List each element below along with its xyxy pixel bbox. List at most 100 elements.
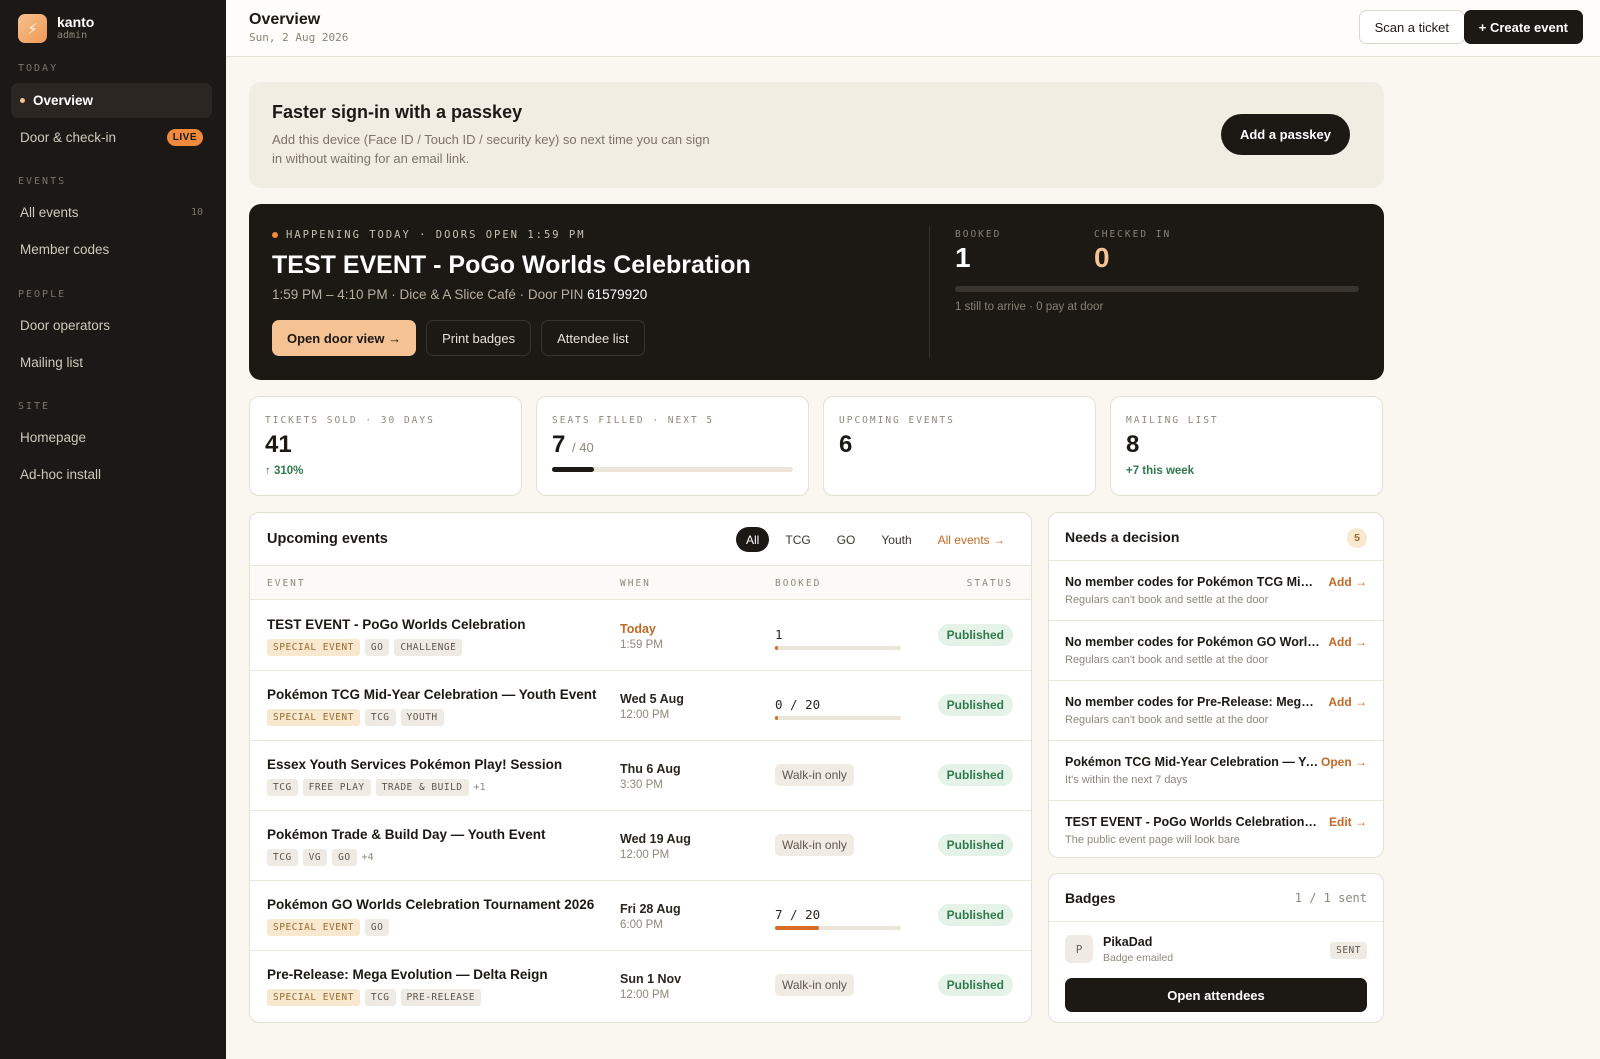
page-date: Sun, 2 Aug 2026 xyxy=(249,31,349,44)
kpi-label: MAILING LIST xyxy=(1126,415,1219,426)
badge-row[interactable]: P PikaDad Badge emailed SENT xyxy=(1049,921,1383,973)
open-attendees-button[interactable]: Open attendees xyxy=(1065,978,1367,1012)
kpi-label: TICKETS SOLD · 30 DAYS xyxy=(265,415,435,426)
column-header: WHEN xyxy=(620,578,651,589)
all-events-link[interactable]: All events → xyxy=(928,527,1015,552)
create-event-button[interactable]: + Create event xyxy=(1463,10,1583,44)
event-tag: VG xyxy=(302,849,328,866)
nav-section-site: SITE xyxy=(18,401,51,412)
door-pin: 61579920 xyxy=(587,287,648,302)
decision-item[interactable]: TEST EVENT - PoGo Worlds Celebration has… xyxy=(1049,800,1383,860)
event-tag: TCG xyxy=(267,849,298,866)
decision-title: No member codes for Pokémon GO Worlds Ce… xyxy=(1065,635,1320,649)
decision-title: No member codes for Pre-Release: Mega Ev… xyxy=(1065,695,1320,709)
event-time: 1:59 PM xyxy=(620,639,663,651)
sidebar-item-homepage[interactable]: Homepage xyxy=(11,420,212,455)
walk-in-badge: Walk-in only xyxy=(775,764,854,786)
booked-progress xyxy=(775,646,901,650)
kpi-tickets-sold: TICKETS SOLD · 30 DAYS 41 ↑ 310% xyxy=(249,396,522,496)
event-day: Today xyxy=(620,622,656,636)
nav-section-events: EVENTS xyxy=(18,176,67,187)
kpi-value: 6 xyxy=(839,431,853,458)
filter-tcg[interactable]: TCG xyxy=(775,527,820,552)
active-dot-icon xyxy=(20,98,25,103)
decision-action-link[interactable]: Open → xyxy=(1321,755,1367,769)
event-name: TEST EVENT - PoGo Worlds Celebration xyxy=(267,617,526,632)
page-title: Overview xyxy=(249,11,321,28)
walk-in-badge: Walk-in only xyxy=(775,834,854,856)
status-badge: Published xyxy=(937,834,1013,856)
scan-ticket-button[interactable]: Scan a ticket xyxy=(1358,10,1465,44)
decision-action-link[interactable]: Add → xyxy=(1328,695,1367,709)
event-day: Wed 5 Aug xyxy=(620,692,684,706)
decision-item[interactable]: No member codes for Pokémon GO Worlds Ce… xyxy=(1049,620,1383,680)
sidebar-item-all-events[interactable]: All events 10 xyxy=(11,195,212,230)
table-row[interactable]: Pokémon TCG Mid-Year Celebration — Youth… xyxy=(250,671,1031,741)
event-tag: SPECIAL EVENT xyxy=(267,919,360,936)
decision-title: TEST EVENT - PoGo Worlds Celebration has… xyxy=(1065,815,1320,829)
booked-label: BOOKED xyxy=(955,229,1002,240)
table-row[interactable]: Pre-Release: Mega Evolution — Delta Reig… xyxy=(250,951,1031,1021)
kpi-value: 41 xyxy=(265,431,292,458)
event-tag: FREE PLAY xyxy=(302,779,371,796)
table-row[interactable]: Pokémon GO Worlds Celebration Tournament… xyxy=(250,881,1031,951)
filter-go[interactable]: GO xyxy=(827,527,866,552)
filter-youth[interactable]: Youth xyxy=(871,527,921,552)
event-tag: SPECIAL EVENT xyxy=(267,989,360,1006)
sidebar-item-label: Overview xyxy=(33,93,94,108)
add-passkey-button[interactable]: Add a passkey xyxy=(1220,114,1350,155)
seats-total: / 40 xyxy=(572,440,594,455)
event-tags: SPECIAL EVENT GO xyxy=(267,919,390,936)
event-time: 6:00 PM xyxy=(620,919,663,931)
decision-action-link[interactable]: Add → xyxy=(1328,575,1367,589)
sidebar-item-overview[interactable]: Overview xyxy=(11,83,212,118)
decision-item[interactable]: No member codes for Pokémon TCG Mid-Year… xyxy=(1049,560,1383,620)
event-name: Pokémon GO Worlds Celebration Tournament… xyxy=(267,897,595,912)
sidebar-item-door[interactable]: Door & check-in LIVE xyxy=(11,120,212,155)
event-tag: PRE-RELEASE xyxy=(400,989,481,1006)
event-tags: TCG FREE PLAY TRADE & BUILD +1 xyxy=(267,779,486,796)
table-row[interactable]: TEST EVENT - PoGo Worlds Celebration SPE… xyxy=(250,601,1031,671)
print-badges-button[interactable]: Print badges xyxy=(426,320,532,356)
open-door-view-button[interactable]: Open door view → xyxy=(272,320,417,356)
decision-item[interactable]: No member codes for Pre-Release: Mega Ev… xyxy=(1049,680,1383,740)
event-tag: SPECIAL EVENT xyxy=(267,639,360,656)
seats-value: 7 xyxy=(552,431,566,458)
event-day: Wed 19 Aug xyxy=(620,832,691,846)
attendee-list-button[interactable]: Attendee list xyxy=(541,320,645,356)
sidebar-item-member-codes[interactable]: Member codes xyxy=(11,232,212,267)
booked-progress-fill xyxy=(775,716,778,720)
column-header: EVENT xyxy=(267,578,306,589)
decision-action-link[interactable]: Add → xyxy=(1328,635,1367,649)
sidebar-item-adhoc-install[interactable]: Ad-hoc install xyxy=(11,457,212,492)
decision-item[interactable]: Pokémon TCG Mid-Year Celebration — Youth… xyxy=(1049,740,1383,800)
passkey-title: Faster sign-in with a passkey xyxy=(272,102,523,122)
nav-section-today: TODAY xyxy=(18,63,59,74)
event-day: Sun 1 Nov xyxy=(620,972,682,986)
decision-action-link[interactable]: Edit → xyxy=(1329,815,1367,829)
hero-kicker: HAPPENING TODAY · DOORS OPEN 1:59 PM xyxy=(272,229,586,241)
sidebar-item-label: Ad-hoc install xyxy=(20,467,102,482)
filter-all[interactable]: All xyxy=(736,527,770,552)
hero-kicker-text: HAPPENING TODAY · DOORS OPEN 1:59 PM xyxy=(286,229,586,241)
event-tag: TRADE & BUILD xyxy=(375,779,469,796)
sidebar-item-label: Door operators xyxy=(20,318,111,333)
booked-progress xyxy=(775,716,901,720)
upcoming-events-panel: Upcoming events All TCG GO Youth All eve… xyxy=(249,512,1032,1023)
decision-subtitle: Regulars can't book and settle at the do… xyxy=(1065,714,1269,726)
sidebar-item-door-operators[interactable]: Door operators xyxy=(11,308,212,343)
event-tag: TCG xyxy=(364,709,396,726)
arrival-note: 1 still to arrive · 0 pay at door xyxy=(955,301,1104,313)
table-row[interactable]: Pokémon Trade & Build Day — Youth Event … xyxy=(250,811,1031,881)
events-count: 10 xyxy=(190,207,203,218)
brand[interactable]: ⚡ kanto admin xyxy=(18,14,94,43)
sidebar-item-mailing-list[interactable]: Mailing list xyxy=(11,345,212,380)
sidebar-item-label: Door & check-in xyxy=(20,130,117,145)
decision-subtitle: The public event page will look bare xyxy=(1065,834,1240,846)
event-tag: YOUTH xyxy=(400,709,444,726)
event-tag: GO xyxy=(364,919,390,936)
event-tags: TCG VG GO +4 xyxy=(267,849,374,866)
table-row[interactable]: Essex Youth Services Pokémon Play! Sessi… xyxy=(250,741,1031,811)
checked-in-label: CHECKED IN xyxy=(1094,229,1172,240)
kpi-seats-filled: SEATS FILLED · NEXT 5 7 / 40 xyxy=(536,396,809,496)
